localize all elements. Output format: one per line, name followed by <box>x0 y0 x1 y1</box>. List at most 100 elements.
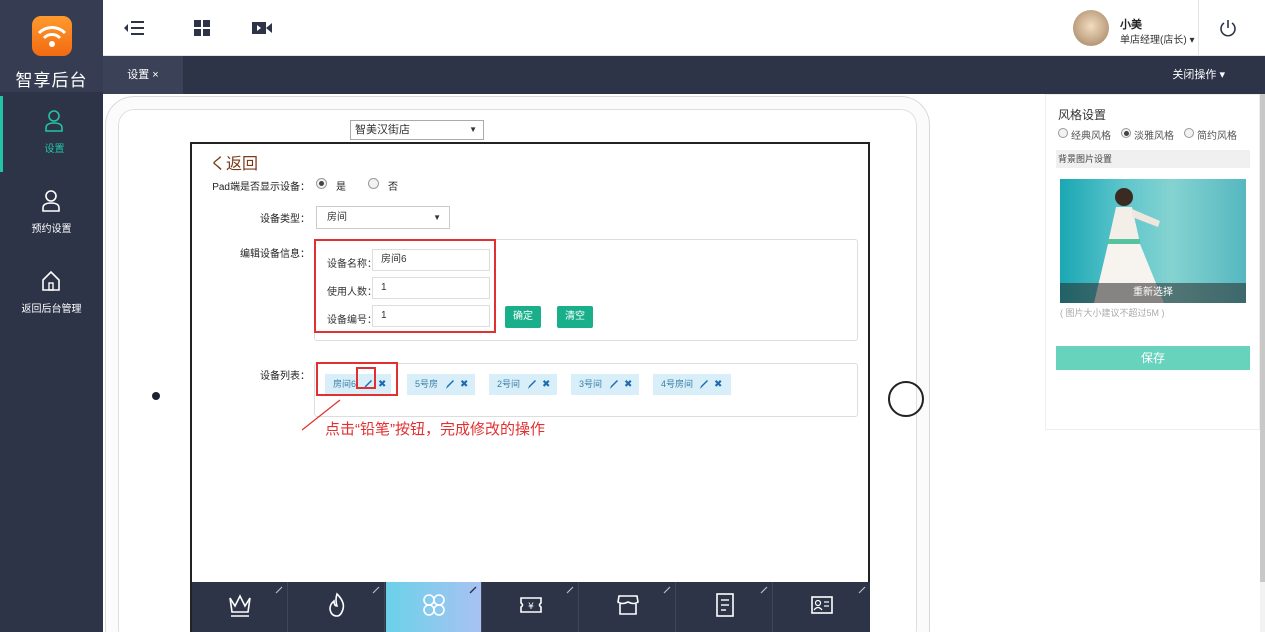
delete-icon[interactable]: ✖ <box>542 374 550 395</box>
pencil-icon[interactable] <box>609 378 619 390</box>
background-image-preview: 重新选择 <box>1060 179 1246 303</box>
style-elegant-label: 淡雅风格 <box>1134 131 1174 142</box>
tab-settings[interactable]: 设置 × <box>103 56 183 94</box>
device-type-value: 房间 <box>327 212 347 223</box>
nav-item-news[interactable]: 资讯 <box>677 582 773 632</box>
confirm-button[interactable]: 确定 <box>505 306 541 328</box>
user-icon <box>45 110 63 132</box>
grid-icon[interactable] <box>191 18 213 38</box>
device-chip[interactable]: 5号房 ✖ <box>407 374 475 395</box>
pencil-icon[interactable] <box>469 586 477 594</box>
nav-item-image[interactable]: 形象 <box>580 582 676 632</box>
pencil-icon[interactable] <box>699 378 709 390</box>
device-list-label: 设备列表： <box>260 371 310 382</box>
user-role-label: 单店经理(店长) <box>1120 35 1187 46</box>
pencil-icon[interactable] <box>527 378 537 390</box>
reselect-button[interactable]: 重新选择 <box>1060 283 1246 303</box>
store-select[interactable]: 智美汉街店 ▼ <box>350 120 484 140</box>
save-button[interactable]: 保存 <box>1056 346 1250 370</box>
pencil-icon[interactable] <box>445 378 455 390</box>
wifi-logo-icon <box>32 16 72 56</box>
nav-item-offers[interactable]: ¥ 优惠 <box>483 582 579 632</box>
logo-text: 智享后台 <box>15 71 88 90</box>
pencil-icon[interactable] <box>760 586 768 594</box>
sidebar-item-settings[interactable]: 设置 <box>0 96 103 172</box>
clover-icon <box>423 594 445 616</box>
annotation-text: 点击“铅笔”按钮，完成修改的操作 <box>325 421 545 438</box>
style-simple-radio[interactable] <box>1184 128 1194 138</box>
image-size-hint: ( 图片大小建议不超过5M ) <box>1060 308 1165 318</box>
pad-show-no-radio[interactable] <box>368 178 379 189</box>
document-icon <box>716 593 734 617</box>
nav-item-premium[interactable]: 精品 <box>192 582 288 632</box>
chip-label: 2号间 <box>497 379 521 389</box>
sidebar: 智享后台 设置 预约设置 返回后台管理 <box>0 0 103 632</box>
sidebar-item-back-admin[interactable]: 返回后台管理 <box>0 256 103 332</box>
close-operations-dropdown[interactable]: 关闭操作 ▾ <box>1172 56 1225 94</box>
id-card-icon <box>811 596 833 614</box>
delete-icon[interactable]: ✖ <box>624 374 632 395</box>
home-button <box>888 381 924 417</box>
sidebar-item-label: 设置 <box>44 144 65 155</box>
user-name: 小美 <box>1120 19 1142 31</box>
style-settings-title: 风格设置 <box>1058 108 1107 122</box>
style-settings-panel: 风格设置 经典风格 淡雅风格 简约风格 背景图片设置 重新选择 ( 图片大小建议… <box>1045 94 1260 430</box>
nav-item-hot[interactable]: 热门 <box>289 582 385 632</box>
header-divider <box>1198 0 1199 56</box>
device-type-select[interactable]: 房间 ▼ <box>316 206 450 229</box>
pad-show-yes-radio[interactable] <box>316 178 327 189</box>
pencil-icon[interactable] <box>275 586 283 594</box>
ipad-screen: く返回 Pad端是否显示设备： 是 否 设备类型： 房间 ▼ 编辑设备信息： 设备… <box>190 142 870 632</box>
user-icon <box>42 190 60 212</box>
store-select-value: 智美汉街店 <box>355 124 410 136</box>
style-simple-label: 简约风格 <box>1197 131 1237 142</box>
delete-icon[interactable]: ✖ <box>460 374 468 395</box>
menu-collapse-icon[interactable] <box>123 18 145 38</box>
bg-image-label: 背景图片设置 <box>1056 150 1250 168</box>
tab-bar: 设置 × 关闭操作 ▾ <box>103 56 1265 94</box>
scrollbar-thumb[interactable] <box>1260 94 1265 582</box>
style-classic-radio[interactable] <box>1058 128 1068 138</box>
device-chip[interactable]: 2号间 ✖ <box>489 374 557 395</box>
pencil-icon[interactable] <box>566 586 574 594</box>
sidebar-item-label: 返回后台管理 <box>21 304 82 315</box>
device-chip[interactable]: 4号房间 ✖ <box>653 374 731 395</box>
sidebar-item-label: 预约设置 <box>31 224 72 235</box>
pad-show-no-label: 否 <box>388 182 398 193</box>
main-content: 智美汉街店 ▼ く返回 Pad端是否显示设备： 是 否 设备类型： 房间 ▼ 编辑设… <box>103 94 1265 632</box>
flame-icon <box>329 592 345 617</box>
type-label: 设备类型： <box>260 214 310 225</box>
device-chip[interactable]: 3号间 ✖ <box>571 374 639 395</box>
top-header: 小美 单店经理(店长) ▾ <box>103 0 1265 56</box>
edit-label: 编辑设备信息： <box>240 249 310 260</box>
user-role-dropdown[interactable]: 单店经理(店长) ▾ <box>1120 31 1194 46</box>
nav-item-products[interactable]: 产品 <box>386 582 482 632</box>
avatar[interactable] <box>1073 10 1109 46</box>
pencil-icon[interactable] <box>372 586 380 594</box>
style-elegant-radio[interactable] <box>1121 128 1131 138</box>
bottom-nav: 精品 热门 产品 ¥ 优惠 <box>192 582 870 632</box>
crown-icon <box>229 594 251 617</box>
chip-label: 3号间 <box>579 379 603 389</box>
highlight-box <box>314 239 496 333</box>
store-icon <box>617 595 639 615</box>
logo: 智享后台 <box>0 0 103 92</box>
video-icon[interactable] <box>251 18 273 38</box>
pencil-icon[interactable] <box>663 586 671 594</box>
sidebar-item-booking[interactable]: 预约设置 <box>0 176 103 252</box>
clear-button[interactable]: 清空 <box>557 306 593 328</box>
delete-icon[interactable]: ✖ <box>714 374 722 395</box>
coupon-icon: ¥ <box>520 597 542 613</box>
pad-show-yes-label: 是 <box>336 182 346 193</box>
chevron-down-icon: ▼ <box>433 213 441 222</box>
pencil-icon[interactable] <box>858 586 866 594</box>
camera-dot <box>152 392 160 400</box>
scrollbar[interactable] <box>1260 94 1265 632</box>
pad-show-label: Pad端是否显示设备： <box>212 182 310 193</box>
nav-item-account[interactable]: 账户 <box>774 582 870 632</box>
back-link[interactable]: く返回 <box>210 150 258 174</box>
power-icon[interactable] <box>1218 18 1238 38</box>
chip-label: 4号房间 <box>661 379 694 389</box>
svg-text:¥: ¥ <box>528 602 534 612</box>
chip-label: 5号房 <box>415 379 439 389</box>
